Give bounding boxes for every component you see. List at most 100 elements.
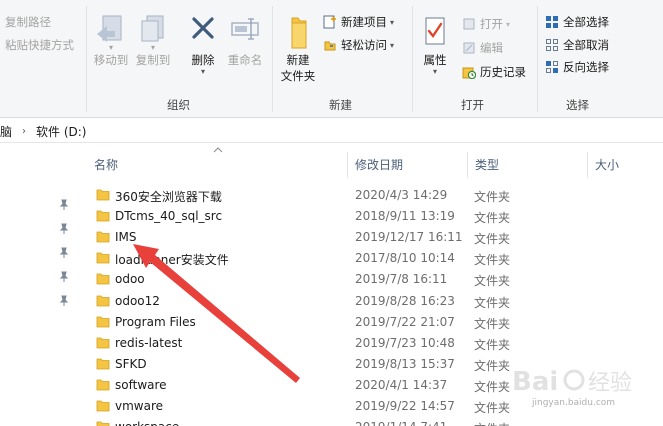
delete-button[interactable]: 删除 ▾	[186, 14, 220, 76]
new-folder-button[interactable]: 新建 文件夹	[278, 14, 318, 84]
delete-dropdown-icon[interactable]: ▾	[201, 68, 205, 76]
history-button[interactable]: 历史记录	[462, 62, 526, 82]
pin-icon	[59, 199, 69, 210]
column-header-name[interactable]: 名称	[94, 156, 118, 176]
file-name[interactable]: loadrunner安装文件	[115, 251, 229, 268]
pin-icon	[59, 271, 69, 282]
file-name[interactable]: Program Files	[115, 315, 196, 329]
ribbon-separator	[412, 6, 413, 112]
copy-path-button[interactable]: 复制路径	[5, 14, 51, 30]
file-date: 2020/4/3 14:29	[355, 188, 448, 202]
file-row[interactable]: odoo12 2019/8/28 16:23 文件夹	[90, 291, 620, 312]
easy-access-button[interactable]: 轻松访问 ▾	[323, 35, 394, 55]
column-divider[interactable]	[347, 152, 348, 178]
folder-icon	[96, 379, 110, 391]
rename-icon	[231, 18, 259, 40]
folder-icon	[96, 358, 110, 370]
select-group-label: 选择	[566, 98, 589, 112]
file-type: 文件夹	[474, 316, 511, 331]
file-name[interactable]: vmware	[115, 399, 163, 413]
folder-icon	[96, 400, 110, 412]
file-name[interactable]: IMS	[115, 230, 137, 244]
svg-text:经验: 经验	[588, 371, 632, 396]
rename-label: 重命名	[227, 53, 263, 67]
file-row[interactable]: redis-latest 2019/7/23 10:48 文件夹	[90, 333, 620, 354]
file-row[interactable]: odoo 2019/7/8 16:11 文件夹	[90, 269, 620, 290]
pin-icon	[59, 247, 69, 258]
svg-text:▾: ▾	[109, 43, 113, 50]
breadcrumb-current[interactable]: 软件 (D:)	[36, 123, 86, 140]
file-date: 2019/8/28 16:23	[355, 293, 455, 308]
open-icon	[463, 18, 475, 30]
new-item-button[interactable]: 新建项目 ▾	[323, 12, 394, 32]
properties-dropdown-icon[interactable]: ▾	[433, 68, 437, 76]
file-name[interactable]: workspace	[115, 420, 179, 426]
organize-group-label: 组织	[167, 98, 190, 112]
delete-x-icon	[192, 17, 214, 39]
file-type: 文件夹	[474, 274, 511, 289]
folder-icon	[96, 316, 110, 327]
select-all-button[interactable]: 全部选择	[545, 12, 609, 32]
new-item-dropdown-icon: ▾	[390, 17, 395, 27]
file-row[interactable]: DTcms_40_sql_src 2018/9/11 13:19 文件夹	[90, 206, 620, 227]
file-row[interactable]: Program Files 2019/7/22 21:07 文件夹	[90, 312, 620, 333]
column-header-date[interactable]: 修改日期	[355, 156, 403, 176]
breadcrumb-prev[interactable]: 脑	[0, 123, 12, 140]
file-type: 文件夹	[474, 358, 511, 373]
rename-button[interactable]: 重命名	[224, 14, 266, 68]
open-button[interactable]: 打开 ▾	[462, 14, 510, 34]
file-type: 文件夹	[474, 190, 511, 204]
file-row[interactable]: loadrunner安装文件 2017/8/10 10:14 文件夹	[90, 248, 620, 269]
ribbon: 复制路径 粘贴快捷方式 ▾ 移动到 ▾ 复制到 删除 ▾ 重命名 组织 新建 文…	[0, 0, 663, 118]
file-date: 2019/7/23 10:48	[355, 335, 455, 350]
file-row[interactable]: workspace 2019/1/14 7:41 文件夹	[90, 417, 620, 426]
select-all-label: 全部选择	[563, 15, 609, 29]
file-row[interactable]: IMS 2019/12/17 16:11 文件夹	[90, 227, 620, 248]
file-type: 文件夹	[474, 379, 511, 394]
file-date: 2019/7/22 21:07	[355, 314, 455, 329]
file-type: 文件夹	[474, 337, 511, 352]
svg-text:▾: ▾	[151, 43, 155, 50]
file-name[interactable]: software	[115, 378, 167, 392]
copy-to-button[interactable]: ▾ 复制到	[134, 14, 172, 68]
file-name[interactable]: redis-latest	[115, 336, 182, 350]
new-folder-icon	[291, 17, 307, 49]
file-name[interactable]: 360安全浏览器下载	[115, 188, 222, 205]
file-row[interactable]: 360安全浏览器下载 2020/4/3 14:29 文件夹	[90, 185, 620, 206]
ribbon-separator	[86, 6, 87, 112]
easy-access-dropdown-icon: ▾	[390, 40, 395, 50]
file-type: 文件夹	[474, 232, 511, 247]
pin-icon	[59, 223, 69, 234]
open-group-label: 打开	[461, 98, 484, 112]
column-divider[interactable]	[467, 152, 468, 178]
sort-up-icon	[213, 147, 223, 153]
file-name[interactable]: odoo12	[115, 294, 160, 308]
file-date: 2020/4/1 14:37	[355, 377, 448, 392]
easy-access-label: 轻松访问	[341, 38, 387, 52]
file-type: 文件夹	[474, 253, 511, 268]
folder-icon	[96, 421, 110, 426]
delete-label: 删除	[191, 53, 215, 67]
ribbon-separator	[537, 6, 538, 112]
file-type: 文件夹	[474, 211, 511, 226]
file-name[interactable]: odoo	[115, 272, 145, 286]
move-to-button[interactable]: ▾ 移动到	[92, 14, 130, 68]
watermark-url: jingyan.baidu.com	[532, 398, 616, 408]
ribbon-separator	[272, 6, 273, 112]
breadcrumb-chevron-icon[interactable]: ›	[22, 126, 26, 137]
file-name[interactable]: DTcms_40_sql_src	[115, 209, 222, 223]
select-none-button[interactable]: 全部取消	[545, 35, 609, 55]
column-header-size[interactable]: 大小	[595, 156, 619, 176]
move-to-label: 移动到	[93, 53, 129, 67]
paste-shortcut-button[interactable]: 粘贴快捷方式	[5, 37, 74, 53]
copy-to-label: 复制到	[135, 53, 171, 67]
folder-icon	[96, 273, 110, 285]
file-name[interactable]: SFKD	[115, 357, 147, 371]
address-bar[interactable]: 脑 › 软件 (D:)	[0, 121, 663, 143]
edit-button[interactable]: 编辑	[462, 38, 503, 58]
column-divider[interactable]	[587, 152, 588, 178]
column-header-type[interactable]: 类型	[475, 156, 499, 176]
properties-button[interactable]: 属性 ▾	[418, 14, 452, 76]
invert-selection-button[interactable]: 反向选择	[545, 57, 609, 77]
new-item-label: 新建项目	[341, 15, 387, 29]
